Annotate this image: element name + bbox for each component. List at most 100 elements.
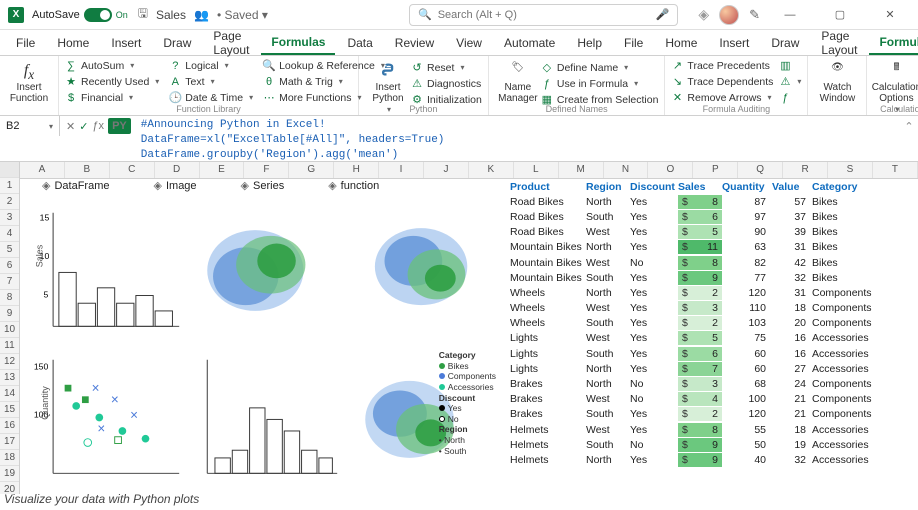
diamond-icon[interactable]: ◈: [698, 6, 709, 23]
table-row[interactable]: WheelsSouthYes $2 10320Components: [510, 316, 918, 331]
recently-used-button[interactable]: ★Recently Used▾: [65, 74, 159, 89]
close-button[interactable]: ✕: [870, 2, 910, 28]
col-header[interactable]: Q: [738, 162, 783, 178]
row-header[interactable]: 1: [0, 178, 19, 194]
cell-chip[interactable]: ◈Image: [154, 179, 197, 192]
tab-data[interactable]: Data: [337, 32, 382, 54]
table-header[interactable]: Sales: [678, 181, 722, 193]
mic-icon[interactable]: 🎤: [656, 8, 670, 21]
row-header[interactable]: 5: [0, 242, 19, 258]
table-row[interactable]: BrakesNorthNo $3 6824Components: [510, 376, 918, 391]
col-header[interactable]: G: [289, 162, 334, 178]
fx-icon[interactable]: ƒx: [92, 120, 104, 132]
col-header[interactable]: K: [469, 162, 514, 178]
row-header[interactable]: 2: [0, 194, 19, 210]
python-mode-chip[interactable]: PY: [108, 118, 131, 134]
use-in-formula-button[interactable]: ƒUse in Formula▾: [541, 76, 659, 91]
table-row[interactable]: HelmetsSouthNo $9 5019Accessories: [510, 437, 918, 452]
row-header[interactable]: 8: [0, 290, 19, 306]
remove-arrows-button[interactable]: ✕Remove Arrows▾: [671, 90, 773, 105]
name-manager-button[interactable]: 🏷Name Manager: [495, 58, 541, 107]
col-header[interactable]: B: [65, 162, 110, 178]
col-header[interactable]: H: [334, 162, 379, 178]
table-header[interactable]: Value: [772, 181, 812, 193]
cancel-formula-icon[interactable]: ✕: [66, 120, 75, 133]
search-input[interactable]: [438, 9, 650, 21]
col-header[interactable]: I: [379, 162, 424, 178]
row-header[interactable]: 7: [0, 274, 19, 290]
saved-status[interactable]: • Saved ▾: [217, 8, 268, 22]
autosave-toggle[interactable]: AutoSave On: [32, 8, 128, 22]
table-row[interactable]: Mountain BikesSouthYes $9 7732Bikes: [510, 270, 918, 285]
col-header[interactable]: L: [514, 162, 559, 178]
error-check-icon[interactable]: ⚠▾: [779, 74, 801, 89]
row-header[interactable]: 12: [0, 354, 19, 370]
save-icon[interactable]: 🖫: [138, 4, 148, 25]
tab-home[interactable]: Home: [655, 32, 707, 54]
tab-home[interactable]: Home: [47, 32, 99, 54]
worksheet[interactable]: 1234567891011121314151617181920 ABCDEFGH…: [0, 162, 918, 494]
table-row[interactable]: Road BikesSouthYes $6 9737Bikes: [510, 209, 918, 224]
table-header[interactable]: Category: [812, 181, 888, 193]
col-headers[interactable]: ABCDEFGHIJKLMNOPQRST: [20, 162, 918, 179]
row-header[interactable]: 6: [0, 258, 19, 274]
data-table[interactable]: ProductRegionDiscountSalesQuantityValueC…: [510, 179, 918, 468]
row-header[interactable]: 9: [0, 306, 19, 322]
table-row[interactable]: Mountain BikesNorthYes $11 6331Bikes: [510, 240, 918, 255]
table-row[interactable]: LightsWestYes $5 7516Accessories: [510, 331, 918, 346]
tab-file[interactable]: File: [6, 32, 45, 54]
cell-chip[interactable]: ◈DataFrame: [42, 179, 110, 192]
tab-file[interactable]: File: [614, 32, 653, 54]
text-button[interactable]: AText▾: [169, 74, 253, 89]
tab-insert[interactable]: Insert: [101, 32, 151, 54]
autosum-button[interactable]: ∑AutoSum▾: [65, 58, 159, 73]
table-row[interactable]: HelmetsNorthYes $9 4032Accessories: [510, 452, 918, 467]
insert-function-button[interactable]: fx Insert Function: [6, 58, 52, 104]
tab-draw[interactable]: Draw: [153, 32, 201, 54]
formula-aux-icon[interactable]: ▥: [779, 58, 801, 73]
tab-formulas[interactable]: Formulas: [869, 31, 918, 55]
row-header[interactable]: 18: [0, 450, 19, 466]
row-header[interactable]: 4: [0, 226, 19, 242]
toggle-switch-icon[interactable]: [84, 8, 112, 22]
col-header[interactable]: E: [200, 162, 245, 178]
row-header[interactable]: 17: [0, 434, 19, 450]
row-headers[interactable]: 1234567891011121314151617181920: [0, 162, 20, 494]
col-header[interactable]: A: [20, 162, 65, 178]
tab-draw[interactable]: Draw: [761, 32, 809, 54]
formula-code[interactable]: #Announcing Python in Excel! DataFrame=x…: [137, 116, 900, 165]
tab-insert[interactable]: Insert: [709, 32, 759, 54]
table-row[interactable]: LightsNorthYes $7 6027Accessories: [510, 361, 918, 376]
user-avatar[interactable]: [719, 5, 739, 25]
table-header[interactable]: Product: [510, 181, 586, 193]
col-header[interactable]: M: [559, 162, 604, 178]
tab-formulas[interactable]: Formulas: [261, 31, 335, 55]
tab-automate[interactable]: Automate: [494, 32, 565, 54]
row-header[interactable]: 19: [0, 466, 19, 482]
col-header[interactable]: C: [110, 162, 155, 178]
doc-name[interactable]: Sales: [156, 8, 186, 22]
table-row[interactable]: BrakesWestNo $4 10021Components: [510, 392, 918, 407]
accept-formula-icon[interactable]: ✓: [79, 120, 88, 133]
reset-button[interactable]: ↺Reset▾: [411, 60, 482, 75]
tab-help[interactable]: Help: [567, 32, 612, 54]
watch-window-button[interactable]: 👁Watch Window: [814, 58, 860, 104]
table-row[interactable]: Mountain BikesWestNo $8 8242Bikes: [510, 255, 918, 270]
search-box[interactable]: 🔍 🎤: [409, 4, 678, 26]
logical-button[interactable]: ?Logical▾: [169, 58, 253, 73]
trace-precedents-button[interactable]: ↗Trace Precedents: [671, 58, 773, 73]
row-header[interactable]: 15: [0, 402, 19, 418]
table-row[interactable]: WheelsNorthYes $2 12031Components: [510, 285, 918, 300]
tab-review[interactable]: Review: [385, 32, 444, 54]
table-row[interactable]: Road BikesWestYes $5 9039Bikes: [510, 225, 918, 240]
diagnostics-button[interactable]: ⚠Diagnostics: [411, 76, 482, 91]
table-header[interactable]: Region: [586, 181, 630, 193]
cell-chip[interactable]: ◈function: [328, 179, 379, 192]
date-time-button[interactable]: 🕒Date & Time▾: [169, 90, 253, 105]
table-row[interactable]: Road BikesNorthYes $8 8757Bikes: [510, 194, 918, 209]
table-row[interactable]: HelmetsWestYes $8 5518Accessories: [510, 422, 918, 437]
people-icon[interactable]: 👥: [194, 8, 209, 22]
col-header[interactable]: F: [244, 162, 289, 178]
table-row[interactable]: BrakesSouthYes $2 12021Components: [510, 407, 918, 422]
row-header[interactable]: 14: [0, 386, 19, 402]
